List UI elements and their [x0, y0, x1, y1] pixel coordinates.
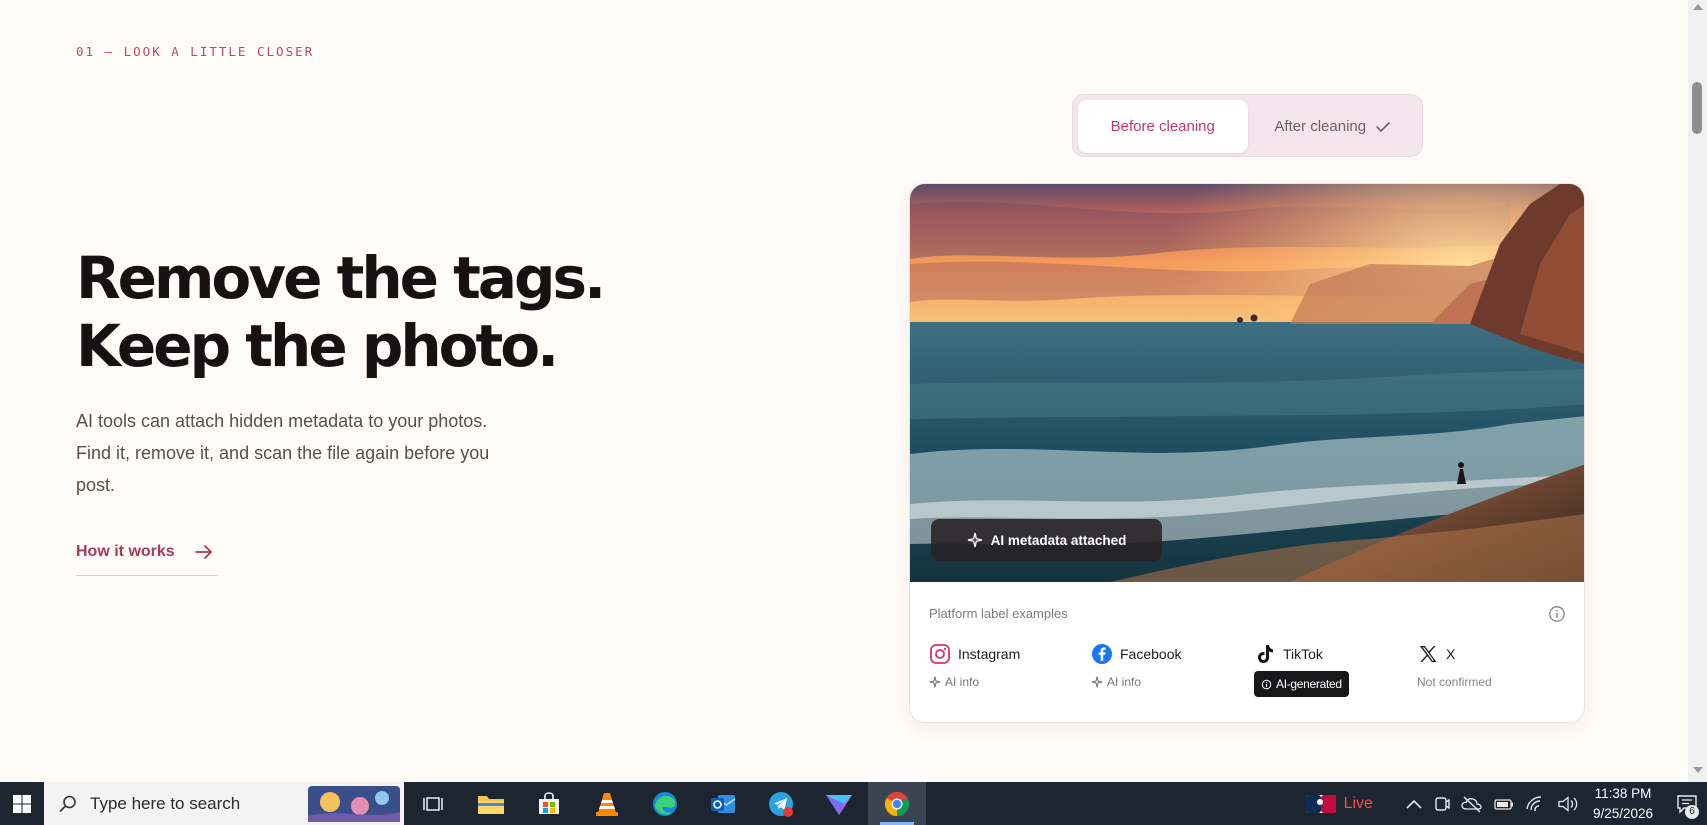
start-button[interactable] — [0, 782, 44, 825]
platform-label-text: AI info — [1107, 675, 1142, 689]
taskbar-search[interactable]: Type here to search — [44, 782, 404, 825]
how-it-works-link[interactable]: How it works — [76, 540, 218, 576]
platform-label: AI info — [929, 674, 1089, 690]
windows-icon — [13, 794, 31, 813]
system-clock[interactable]: 11:38 PM 9/25/2026 — [1593, 784, 1653, 824]
edge-icon — [653, 791, 677, 816]
after-cleaning-tab[interactable]: After cleaning — [1248, 100, 1418, 153]
clock-date: 9/25/2026 — [1592, 805, 1653, 821]
telegram-button[interactable] — [752, 782, 810, 825]
sparkle-icon — [967, 532, 982, 548]
platform-x: X Not confirmed — [1417, 642, 1577, 690]
how-it-works-label: How it works — [76, 543, 175, 560]
cleaning-toggle: Before cleaning After cleaning — [1072, 94, 1423, 157]
platform-labels-panel: Platform label examples Instagram AI inf… — [910, 582, 1584, 722]
edge-button[interactable] — [636, 782, 694, 825]
platform-label-text: AI-generated — [1276, 677, 1342, 691]
outlook-button[interactable] — [694, 782, 752, 825]
platform-tiktok: TikTok AI-generated — [1254, 642, 1414, 697]
chrome-icon — [884, 791, 910, 816]
headline-line-2: Keep the photo. — [76, 312, 559, 380]
live-label: Live — [1343, 794, 1373, 812]
file-explorer-button[interactable] — [462, 782, 520, 825]
platform-facebook: Facebook AI info — [1091, 642, 1251, 690]
headline-line-1: Remove the tags. — [76, 244, 606, 312]
ai-metadata-label: AI metadata attached — [990, 532, 1127, 548]
task-view-icon — [423, 796, 443, 811]
vlc-button[interactable] — [578, 782, 636, 825]
notification-center-button[interactable]: 6 — [1667, 782, 1707, 825]
scrollbar-thumb[interactable] — [1692, 82, 1702, 134]
platform-label-text: Not confirmed — [1417, 675, 1492, 689]
page: 01 — LOOK A LITTLE CLOSER Remove the tag… — [0, 0, 1688, 782]
system-tray: Live 11:38 PM 9/25/2026 6 — [1305, 782, 1707, 825]
wifi-icon[interactable] — [1525, 795, 1547, 813]
battery-icon[interactable] — [1493, 796, 1515, 812]
search-icon — [59, 795, 76, 812]
instagram-icon — [930, 644, 950, 664]
windows-taskbar: Type here to search Live 11:38 PM 9/25/2… — [0, 782, 1707, 825]
lead-paragraph: AI tools can attach hidden metadata to y… — [76, 411, 490, 495]
volume-icon[interactable] — [1557, 795, 1579, 813]
microsoft-store-button[interactable] — [520, 782, 578, 825]
platform-label: Not confirmed — [1417, 674, 1577, 690]
platform-name: Facebook — [1120, 646, 1182, 662]
before-cleaning-tab[interactable]: Before cleaning — [1078, 100, 1248, 153]
info-icon — [1261, 679, 1272, 689]
telegram-icon — [769, 791, 793, 817]
after-cleaning-label: After cleaning — [1274, 118, 1367, 135]
sparkle-icon — [1091, 676, 1103, 688]
vpn-app-button[interactable] — [810, 782, 868, 825]
ai-generated-tag: AI-generated — [1254, 671, 1349, 697]
vertical-scrollbar[interactable] — [1688, 0, 1707, 782]
scroll-up-icon[interactable] — [1693, 4, 1703, 10]
meet-now-icon[interactable] — [1433, 795, 1451, 813]
platform-instagram: Instagram AI info — [929, 642, 1089, 690]
notification-count: 6 — [1685, 805, 1699, 819]
search-highlight-icon — [308, 786, 400, 822]
platform-label: AI info — [1091, 674, 1251, 690]
platform-name: Instagram — [958, 646, 1021, 662]
facebook-icon — [1092, 644, 1112, 664]
tiktok-icon — [1258, 645, 1273, 663]
info-icon[interactable] — [1548, 605, 1566, 623]
platform-labels-title: Platform label examples — [929, 606, 1068, 621]
mlb-icon — [1305, 794, 1336, 813]
platform-label-text: AI info — [945, 675, 980, 689]
checkmark-icon — [1376, 121, 1390, 132]
scroll-down-icon[interactable] — [1693, 767, 1703, 773]
task-view-button[interactable] — [404, 782, 462, 825]
before-cleaning-label: Before cleaning — [1110, 118, 1215, 135]
section-eyebrow: 01 — LOOK A LITTLE CLOSER — [76, 44, 315, 59]
ai-metadata-badge: AI metadata attached — [931, 519, 1162, 561]
preview-card: AI metadata attached Platform label exam… — [909, 183, 1585, 723]
platform-name: TikTok — [1283, 646, 1323, 662]
outlook-icon — [711, 794, 736, 813]
chrome-button[interactable] — [868, 782, 926, 825]
store-icon — [539, 791, 559, 814]
vlc-icon — [596, 792, 618, 816]
arrow-right-icon — [194, 545, 212, 559]
cloud-off-icon[interactable] — [1461, 795, 1483, 813]
platform-name: X — [1446, 646, 1456, 662]
search-placeholder: Type here to search — [90, 793, 241, 813]
prism-app-icon — [826, 794, 852, 815]
folder-icon — [478, 795, 504, 814]
chevron-up-icon[interactable] — [1405, 797, 1423, 811]
x-icon — [1420, 646, 1437, 662]
tray-icons — [1405, 795, 1579, 813]
sparkle-icon — [929, 676, 941, 688]
page-title: Remove the tags. Keep the photo. — [76, 244, 606, 380]
clock-time: 11:38 PM — [1594, 785, 1652, 801]
mlb-live-widget[interactable]: Live — [1305, 794, 1373, 813]
